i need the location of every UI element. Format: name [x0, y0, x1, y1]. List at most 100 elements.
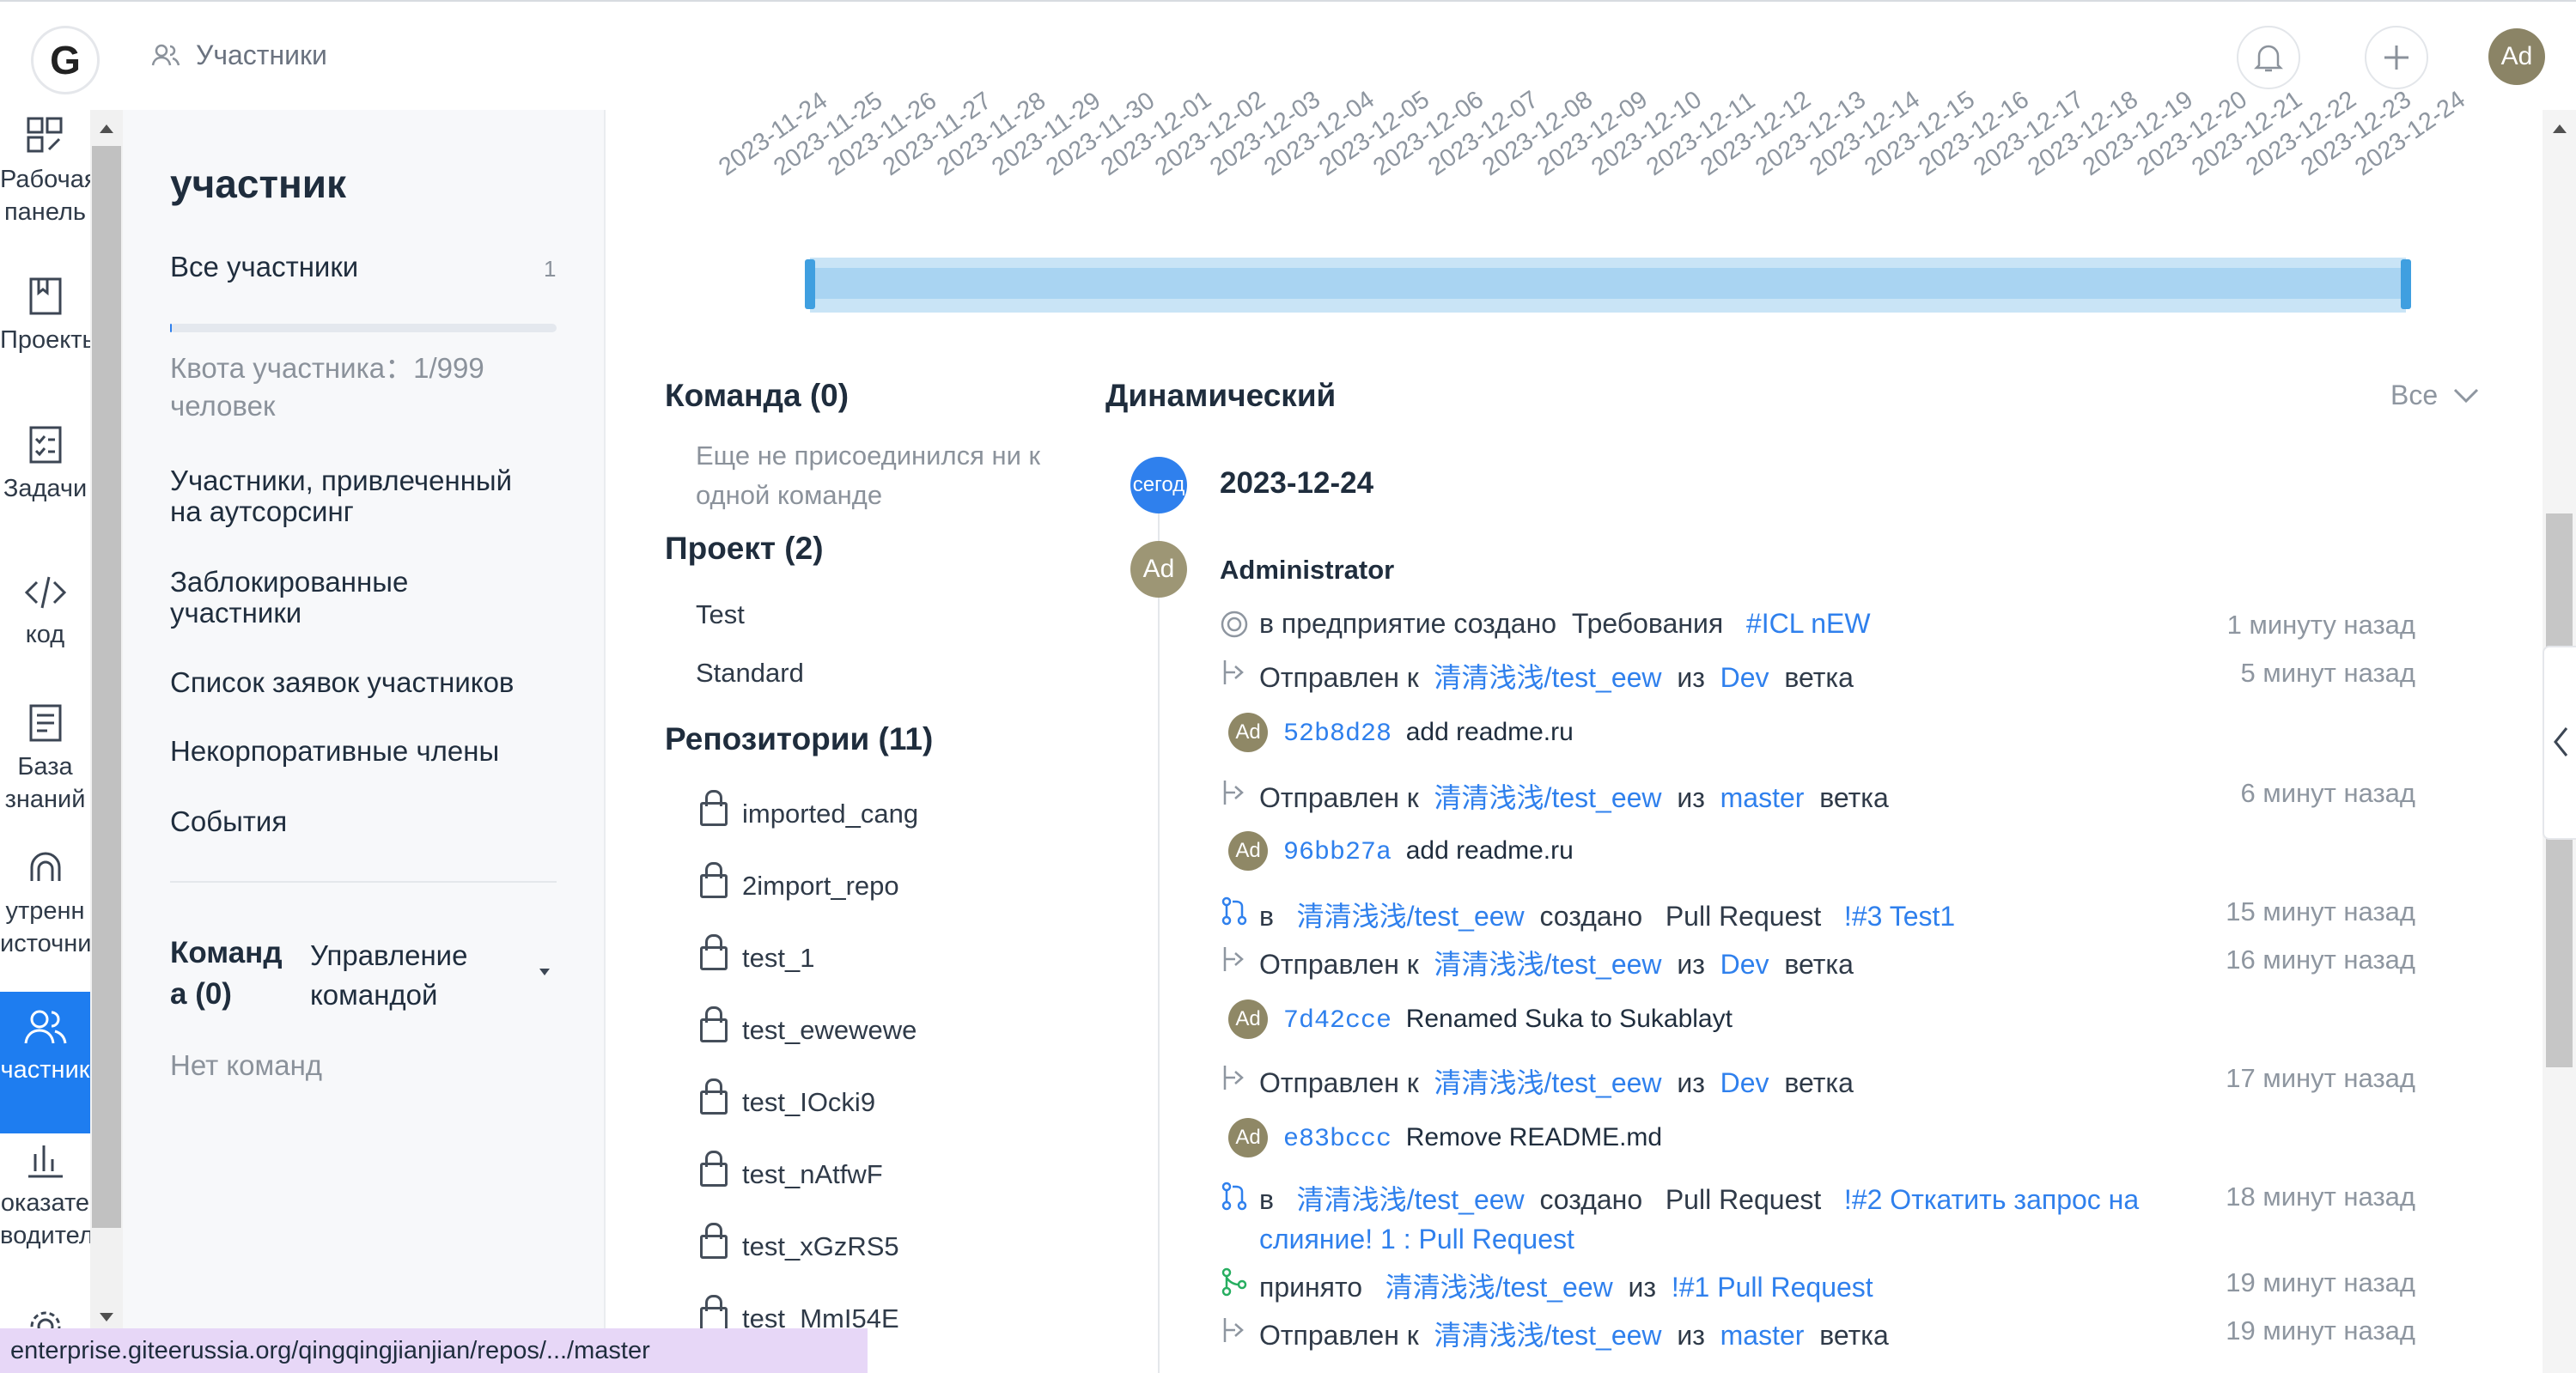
nav-dashboard[interactable]: Рабочая панель [0, 115, 90, 252]
range-end-handle[interactable] [2401, 259, 2411, 309]
date-range-slider[interactable] [805, 258, 2411, 313]
nav-tasks[interactable]: Задачи [0, 424, 90, 527]
commit-hash-link[interactable]: 52b8d28 [1283, 720, 1392, 749]
repo-item[interactable]: test_nAtfwF [742, 1159, 883, 1190]
repo-item[interactable]: test_1 [742, 943, 814, 974]
chevron-down-icon[interactable] [2453, 388, 2479, 404]
pull-request-link[interactable]: !#1 Pull Request [1672, 1272, 1873, 1303]
sidebar-item-label: на аутсорсинг [170, 495, 354, 527]
repo-item[interactable]: test_xGzRS5 [742, 1231, 899, 1262]
scroll-down-icon[interactable] [99, 1312, 114, 1324]
repo-link[interactable]: 清清浅浅/test_eew [1385, 1272, 1613, 1303]
range-start-handle[interactable] [805, 259, 815, 309]
feed-text: из [1677, 1320, 1705, 1351]
commit-avatar[interactable]: Ad [1228, 1118, 1268, 1157]
breadcrumb-label[interactable]: Участники [196, 39, 327, 71]
caret-down-icon[interactable] [539, 969, 550, 975]
commit-avatar[interactable]: Ad [1228, 713, 1268, 752]
pull-request-link[interactable]: !#3 Test1 [1844, 901, 1955, 932]
feed-filter-dropdown[interactable]: Все [2390, 380, 2438, 411]
code-icon [24, 576, 66, 609]
repo-item[interactable]: 2import_repo [742, 871, 899, 902]
sidebar-item-label: Участники, привлеченный [170, 465, 513, 496]
repo-item[interactable]: imported_cang [742, 799, 918, 829]
feed-text: из [1677, 1067, 1705, 1098]
user-avatar[interactable]: Ad [2488, 28, 2545, 85]
sidebar-item-events[interactable]: События [170, 805, 287, 838]
nav-members[interactable]: частник [0, 992, 90, 1133]
commit-avatar[interactable]: Ad [1228, 999, 1268, 1039]
branch-link[interactable]: Dev [1720, 1067, 1769, 1098]
sidebar-item-all-members[interactable]: Все участники [170, 251, 358, 283]
feed-text: ветка [1784, 1067, 1854, 1098]
user-avatar[interactable]: Ad [1130, 541, 1187, 598]
nav-label: Проекты [0, 326, 90, 354]
feed-user-name[interactable]: Administrator [1220, 555, 1394, 586]
notification-button[interactable] [2237, 26, 2300, 89]
nav-code[interactable]: код [0, 574, 90, 677]
logo[interactable]: G [31, 26, 100, 94]
project-item[interactable]: Standard [696, 658, 804, 689]
nav-metrics[interactable]: оказате водител [0, 1139, 90, 1276]
manage-teams-label: Управление [310, 939, 468, 971]
repo-link[interactable]: 清清浅浅/test_eew [1434, 782, 1662, 813]
create-button[interactable] [2365, 26, 2428, 89]
scroll-up-icon[interactable] [99, 122, 114, 134]
feed-text: из [1677, 782, 1705, 813]
branch-link[interactable]: Dev [1720, 662, 1769, 693]
repos-section-title: Репозитории (11) [665, 721, 934, 756]
repo-link[interactable]: 清清浅浅/test_eew [1434, 662, 1662, 693]
date-range-fill [810, 268, 2406, 299]
sidebar-item-non-corporate[interactable]: Некорпоративные члены [170, 735, 499, 768]
commit-hash-link[interactable]: 96bb27a [1283, 838, 1392, 867]
repo-link[interactable]: 清清浅浅/test_eew [1297, 1184, 1525, 1215]
pull-request-link[interactable]: !#2 Откатить запрос на [1844, 1184, 2139, 1215]
nav-scrollbar-thumb[interactable] [92, 146, 121, 1228]
repo-link[interactable]: 清清浅浅/test_eew [1434, 1067, 1662, 1098]
feed-text: Отправлен к [1259, 782, 1419, 813]
sidebar-item-label: Заблокированные [170, 566, 409, 598]
sidebar-item-outsourced[interactable]: Участники, привлеченный на аутсорсинг [170, 465, 512, 527]
requirement-link[interactable]: #ICL nEW [1746, 608, 1871, 639]
feed-text: из [1677, 662, 1705, 693]
commit-avatar[interactable]: Ad [1228, 831, 1268, 871]
sidebar-item-requests[interactable]: Список заявок участников [170, 666, 514, 699]
pull-request-link-continued[interactable]: слияние! 1 : Pull Request [1259, 1224, 1574, 1255]
commit-row: 96bb27a add readme.ru [1283, 836, 1574, 867]
feed-time: 16 минут назад [2226, 945, 2415, 975]
repo-link[interactable]: 清清浅浅/test_eew [1434, 949, 1662, 980]
nav-sources[interactable]: утренн источни [0, 847, 90, 984]
scroll-up-icon[interactable] [2552, 122, 2567, 134]
manage-teams-dropdown[interactable]: Управление командой [310, 936, 467, 1015]
task-icon [29, 426, 61, 464]
nav-label: База [17, 753, 73, 781]
repo-link[interactable]: 清清浅浅/test_eew [1297, 901, 1525, 932]
collapse-panel-button[interactable] [2543, 646, 2576, 840]
feed-time: 18 минут назад [2226, 1182, 2415, 1212]
feed-text: создано [1539, 1184, 1643, 1215]
lock-icon [700, 862, 728, 898]
book-icon [29, 277, 61, 315]
lock-icon [700, 1006, 728, 1042]
nav-label: знаний [4, 786, 86, 813]
nav-projects[interactable]: Проекты [0, 276, 90, 379]
repo-link[interactable]: 清清浅浅/test_eew [1434, 1320, 1662, 1351]
commit-row: 7d42cce Renamed Suka to Sukablayt [1283, 1005, 1733, 1036]
repo-item[interactable]: test_IOcki9 [742, 1087, 875, 1118]
nav-knowledge[interactable]: База знаний [0, 702, 90, 840]
members-icon [24, 1010, 66, 1044]
commit-hash-link[interactable]: e83bccc [1283, 1125, 1392, 1154]
branch-link[interactable]: master [1720, 782, 1805, 813]
branch-link[interactable]: Dev [1720, 949, 1769, 980]
feed-text: Отправлен к [1259, 662, 1419, 693]
team-empty-line: одной команде [696, 480, 883, 510]
branch-link[interactable]: master [1720, 1320, 1805, 1351]
feed-text: в [1259, 1184, 1274, 1215]
members-icon [151, 44, 180, 66]
repo-item[interactable]: test_ewewewe [742, 1015, 917, 1046]
sidebar-item-blocked[interactable]: Заблокированные участники [170, 567, 408, 629]
project-item[interactable]: Test [696, 599, 745, 630]
commit-hash-link[interactable]: 7d42cce [1283, 1006, 1392, 1036]
feed-time: 19 минут назад [2226, 1315, 2415, 1346]
nav-scrollbar[interactable] [90, 110, 123, 1329]
